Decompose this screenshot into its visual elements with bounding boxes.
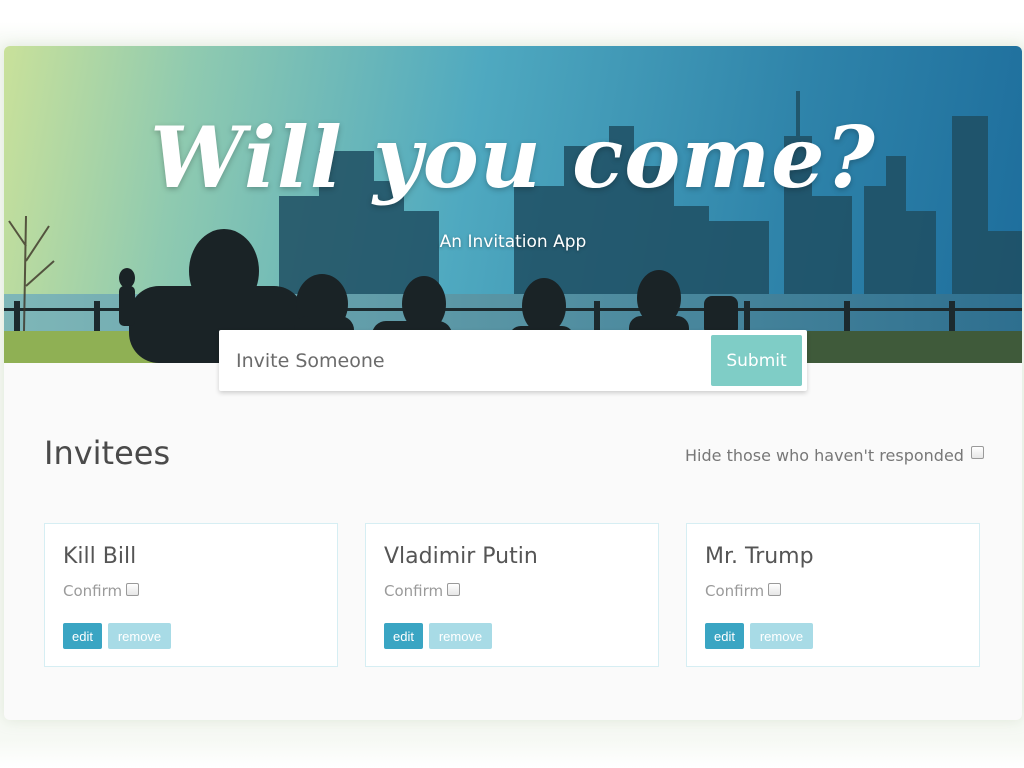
invitee-name: Mr. Trump [705, 544, 814, 569]
edit-button[interactable]: edit [384, 623, 423, 649]
hide-unresponded-label: Hide those who haven't responded [685, 446, 964, 465]
hide-unresponded-filter[interactable]: Hide those who haven't responded [685, 446, 984, 465]
remove-button[interactable]: remove [750, 623, 813, 649]
invitee-card: Kill Bill Confirm edit remove [44, 523, 338, 667]
remove-button[interactable]: remove [429, 623, 492, 649]
confirm-control[interactable]: Confirm [63, 582, 140, 600]
submit-button[interactable]: Submit [711, 335, 802, 386]
edit-button[interactable]: edit [705, 623, 744, 649]
invite-input[interactable] [219, 330, 699, 391]
invitee-card: Mr. Trump Confirm edit remove [686, 523, 980, 667]
edit-button[interactable]: edit [63, 623, 102, 649]
invitees-heading: Invitees [44, 434, 171, 472]
invitee-name: Vladimir Putin [384, 544, 538, 569]
confirm-control[interactable]: Confirm [384, 582, 461, 600]
hero-subtitle: An Invitation App [439, 232, 587, 252]
confirm-label: Confirm [384, 582, 444, 600]
remove-button[interactable]: remove [108, 623, 171, 649]
confirm-label: Confirm [63, 582, 123, 600]
confirm-checkbox[interactable] [768, 582, 782, 596]
invitee-name: Kill Bill [63, 544, 137, 569]
confirm-control[interactable]: Confirm [705, 582, 782, 600]
app-container: Will you come? An Invitation App Submit … [4, 46, 1022, 720]
confirm-checkbox[interactable] [447, 582, 461, 596]
confirm-label: Confirm [705, 582, 765, 600]
invitee-card: Vladimir Putin Confirm edit remove [365, 523, 659, 667]
confirm-checkbox[interactable] [126, 582, 140, 596]
invite-form: Submit [219, 330, 807, 391]
hero-title: Will you come? [150, 108, 876, 207]
hide-unresponded-checkbox[interactable] [970, 446, 984, 459]
hero-banner: Will you come? An Invitation App [4, 46, 1022, 363]
